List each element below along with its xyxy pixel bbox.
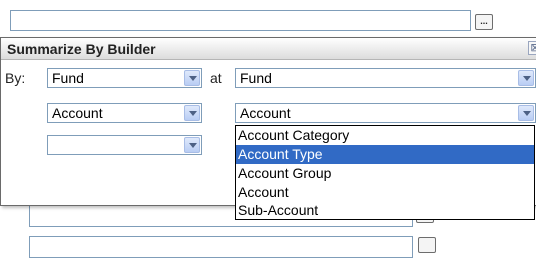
select-value: Account	[240, 105, 291, 121]
select-value: Fund	[52, 70, 84, 86]
level-dropdown-list: Account Category Account Type Account Gr…	[235, 125, 535, 220]
summarize-field-select-3[interactable]	[47, 135, 202, 155]
dialog-title-bar[interactable]: Summarize By Builder ⊠	[1, 38, 536, 60]
dropdown-option[interactable]: Account	[236, 183, 534, 202]
summarize-level-select-2[interactable]: Account	[235, 103, 536, 123]
dropdown-option[interactable]: Account Category	[236, 126, 534, 145]
chevron-down-icon[interactable]	[518, 105, 534, 121]
background-ellipsis-button-3[interactable]	[418, 237, 436, 253]
summarize-field-select-1[interactable]: Fund	[47, 68, 202, 88]
dropdown-option[interactable]: Sub-Account	[236, 201, 534, 220]
at-label: at	[210, 70, 222, 86]
select-value: Account	[52, 105, 103, 121]
background-text-field-1[interactable]	[10, 10, 471, 31]
chevron-down-icon[interactable]	[184, 137, 200, 153]
chevron-down-icon[interactable]	[518, 70, 534, 86]
background-ellipsis-button-1[interactable]: ...	[475, 14, 493, 30]
dropdown-option[interactable]: Account Group	[236, 164, 534, 183]
dropdown-option-selected[interactable]: Account Type	[236, 145, 534, 164]
chevron-down-icon[interactable]	[184, 105, 200, 121]
select-value: Fund	[240, 70, 272, 86]
summarize-level-select-1[interactable]: Fund	[235, 68, 536, 88]
summarize-field-select-2[interactable]: Account	[47, 103, 202, 123]
dialog-title: Summarize By Builder	[7, 41, 156, 57]
close-icon[interactable]: ⊠	[528, 41, 536, 55]
chevron-down-icon[interactable]	[184, 70, 200, 86]
by-label: By:	[5, 70, 26, 86]
